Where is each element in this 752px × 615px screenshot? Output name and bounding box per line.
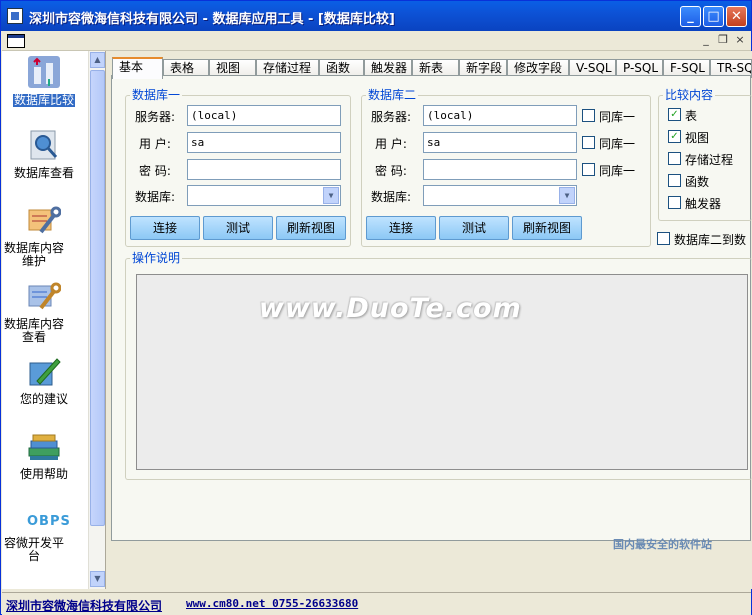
db-view-icon [27,129,61,163]
db2-password-label: 密 码: [375,164,407,178]
db2-user-same-label: 同库一 [599,137,636,151]
obps-logo: OBPS [27,514,71,529]
db1-database-select[interactable]: ▼ [187,185,341,206]
chevron-down-icon[interactable]: ▼ [323,187,339,204]
compare-trigger-checkbox[interactable] [668,196,681,209]
db1-database-label: 数据库: [135,190,176,204]
db2-database-label: 数据库: [371,190,412,204]
db2-server-same-label: 同库一 [599,110,636,124]
watermark-corner-text: 国内最安全的软件站 [613,538,712,551]
db2-user-label: 用 户: [375,137,407,151]
compare-function-label: 函数 [685,175,710,189]
db2-password-same-checkbox[interactable] [582,163,595,176]
sidebar-item-db-view[interactable]: 数据库查看 [2,129,86,180]
db2-connect-button[interactable]: 连接 [366,216,436,240]
mdi-menubar: _ ❐ × [2,31,751,51]
db2-database-select[interactable]: ▼ [423,185,577,206]
db1-server-input[interactable]: (local) [187,105,341,126]
db2-server-input[interactable]: (local) [423,105,577,126]
db1-user-input[interactable]: sa [187,132,341,153]
window-title: 深圳市容微海信科技有限公司 - 数据库应用工具 - [数据库比较] [29,12,395,27]
sidebar-item-label: 数据库内容查看 [3,317,64,344]
mdi-minimize-button[interactable]: _ [698,33,714,47]
books-icon [27,430,61,464]
db2-to-db1-label: 数据库二到数 [674,233,747,247]
compare-view-label: 视图 [685,131,710,145]
status-contact-link[interactable]: www.cm80.net 0755-26633680 [186,597,358,610]
db2-password-same-label: 同库一 [599,164,636,178]
sidebar-scrollbar[interactable]: ▲ ▼ [88,51,105,589]
db2-user-input[interactable]: sa [423,132,577,153]
mdi-restore-button[interactable]: ❐ [715,33,731,47]
compare-function-checkbox[interactable] [668,174,681,187]
tools-icon [27,280,62,314]
sidebar-item-db-content-view[interactable]: 数据库内容查看 [2,280,86,344]
db2-user-same-checkbox[interactable] [582,136,595,149]
compare-table-checkbox[interactable]: ✓ [668,108,681,121]
compare-table-label: 表 [685,109,698,123]
sidebar-item-label: 容微开发平台 [3,536,64,563]
status-company-link[interactable]: 深圳市容微海信科技有限公司 [6,597,162,614]
wrench-icon [27,204,62,238]
sidebar-item-suggestion[interactable]: 您的建议 [2,355,86,406]
maximize-button[interactable]: □ [703,6,724,27]
sidebar-item-label: 您的建议 [19,392,68,406]
db1-user-label: 用 户: [139,137,171,151]
compare-view-checkbox[interactable]: ✓ [668,130,681,143]
app-window: 深圳市容微海信科技有限公司 - 数据库应用工具 - [数据库比较] _ □ ✕ … [0,0,752,615]
db1-refresh-button[interactable]: 刷新视图 [276,216,346,240]
db2-server-label: 服务器: [371,110,412,124]
scroll-down-arrow-icon[interactable]: ▼ [90,571,105,587]
compare-title: 比较内容 [663,88,716,102]
db2-to-db1-checkbox[interactable] [657,232,670,245]
db1-title: 数据库一 [130,88,183,102]
db1-server-label: 服务器: [135,110,176,124]
minimize-button[interactable]: _ [680,6,701,27]
sidebar-item-db-content-maintain[interactable]: 数据库内容维护 [2,204,86,268]
sidebar-item-label: 数据库查看 [13,166,74,180]
sidebar-item-help[interactable]: 使用帮助 [2,430,86,481]
db1-connect-button[interactable]: 连接 [130,216,200,240]
compare-trigger-label: 触发器 [685,197,722,211]
chevron-down-icon[interactable]: ▼ [559,187,575,204]
scroll-thumb[interactable] [90,70,105,526]
db1-test-button[interactable]: 测试 [203,216,273,240]
sidebar-item-label: 数据库比较 [12,93,75,107]
sidebar-item-db-compare[interactable]: 数据库比较 [2,55,86,107]
sidebar-item-label: 使用帮助 [19,467,68,481]
mdi-child-icon[interactable] [7,34,25,48]
db2-password-input[interactable] [423,159,577,180]
db2-title: 数据库二 [366,88,419,102]
tab-basic[interactable]: 基本 [112,57,163,79]
title-bar[interactable]: 深圳市容微海信科技有限公司 - 数据库应用工具 - [数据库比较] _ □ ✕ [1,1,751,31]
sidebar-item-label: 数据库内容维护 [3,241,64,268]
app-icon[interactable] [7,8,23,24]
db2-refresh-button[interactable]: 刷新视图 [512,216,582,240]
db2-test-button[interactable]: 测试 [439,216,509,240]
db2-server-same-checkbox[interactable] [582,109,595,122]
db-compare-icon [27,55,61,89]
db1-password-label: 密 码: [139,164,171,178]
close-button[interactable]: ✕ [726,6,747,27]
status-bar: 深圳市容微海信科技有限公司 www.cm80.net 0755-26633680 [2,592,751,615]
pen-icon [27,355,61,389]
sidebar-item-dev-platform[interactable]: OBPS 容微开发平台 [2,511,86,563]
sidebar: 数据库比较 数据库查看 数据库内容维护 数据库内容查看 您的建议 使用帮助 OB… [2,51,106,589]
compare-procedure-checkbox[interactable] [668,152,681,165]
watermark-text: www.DuoTe.com [259,293,522,324]
mdi-close-button[interactable]: × [732,33,748,47]
db1-password-input[interactable] [187,159,341,180]
operation-title: 操作说明 [130,251,183,265]
scroll-up-arrow-icon[interactable]: ▲ [90,52,105,68]
compare-procedure-label: 存储过程 [685,153,734,167]
